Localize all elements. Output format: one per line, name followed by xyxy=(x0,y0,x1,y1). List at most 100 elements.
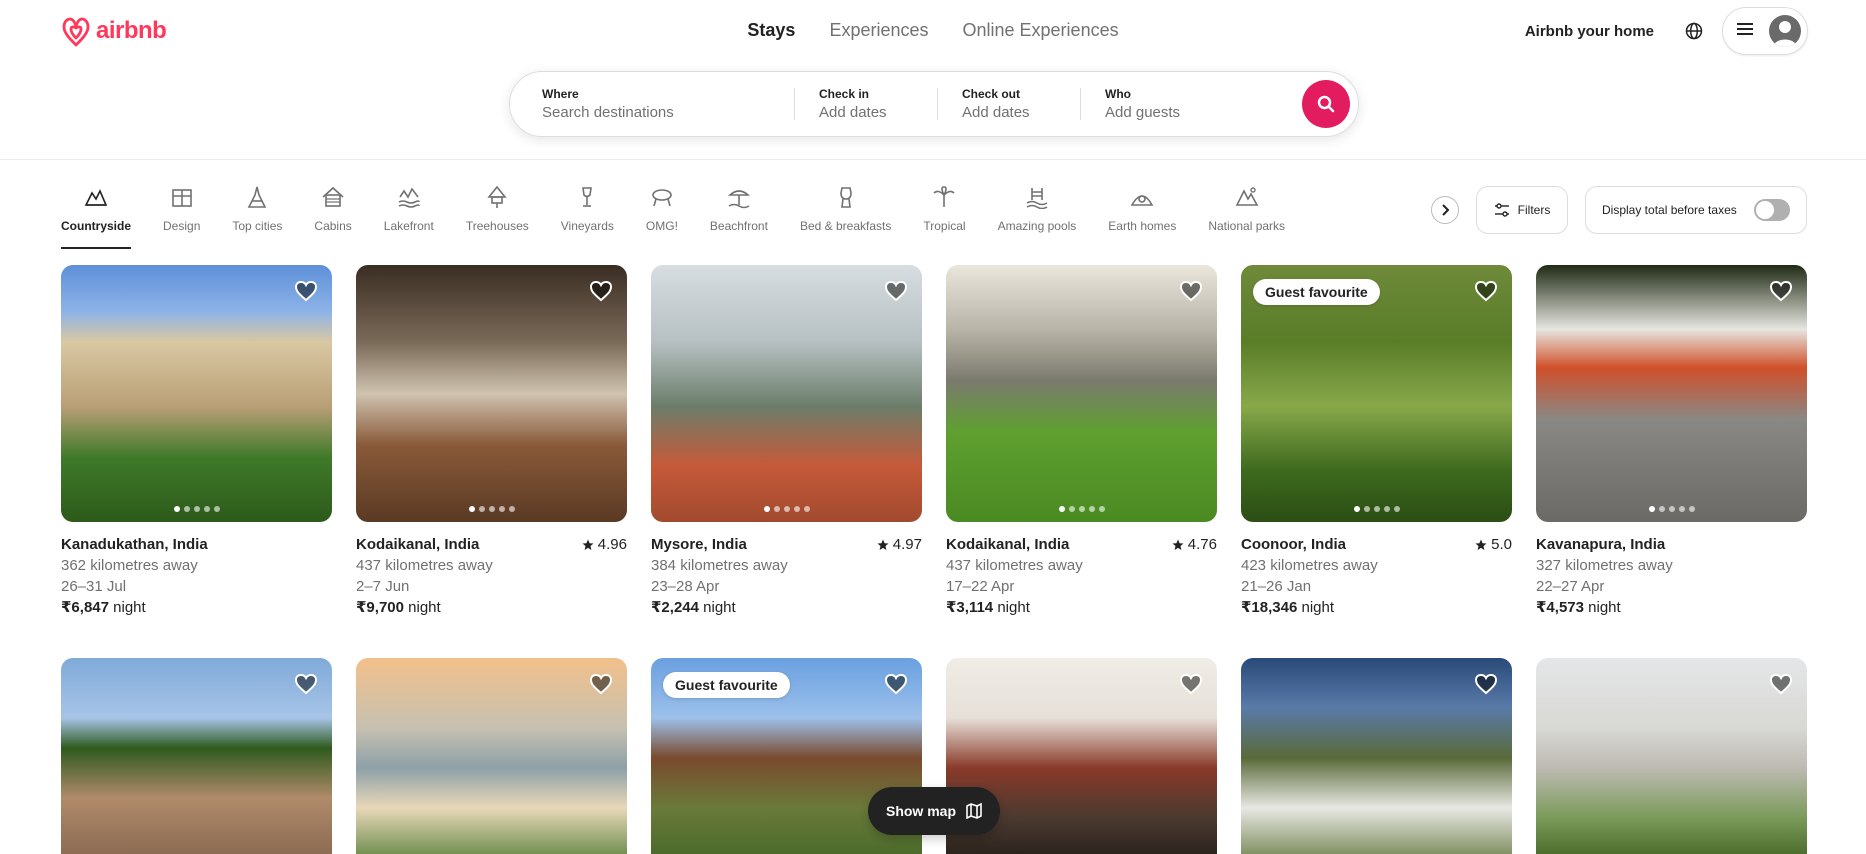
listing-distance: 437 kilometres away xyxy=(946,557,1083,574)
listing-photo[interactable] xyxy=(356,658,627,854)
listing-photo[interactable] xyxy=(356,265,627,522)
lakefront-icon xyxy=(397,183,421,211)
search-bar: Where Search destinations Check in Add d… xyxy=(509,71,1359,137)
listing-price: ₹2,244 night xyxy=(651,599,736,616)
category-cabins[interactable]: Cabins xyxy=(298,183,367,249)
listing-rating: 4.96 xyxy=(582,534,627,555)
category-top-cities[interactable]: Top cities xyxy=(216,183,298,249)
heart-icon[interactable] xyxy=(884,279,908,303)
bed-breakfasts-icon xyxy=(834,183,858,211)
heart-icon[interactable] xyxy=(589,279,613,303)
listing-card[interactable] xyxy=(1241,658,1512,854)
heart-icon[interactable] xyxy=(1474,672,1498,696)
search-icon xyxy=(1317,95,1335,113)
filters-button[interactable]: Filters xyxy=(1476,186,1568,234)
where-input[interactable]: Search destinations xyxy=(542,104,762,121)
search-checkin[interactable]: Check in Add dates xyxy=(795,72,937,136)
listing-location: Coonoor, India xyxy=(1241,536,1346,553)
listing-photo[interactable] xyxy=(946,265,1217,522)
listing-info: Coonoor, India 5.0 423 kilometres away 2… xyxy=(1241,534,1512,618)
listing-card[interactable] xyxy=(1536,658,1807,854)
listing-card[interactable]: Mysore, India 4.97 384 kilometres away 2… xyxy=(651,265,922,618)
listing-distance: 362 kilometres away xyxy=(61,557,198,574)
listing-distance: 384 kilometres away xyxy=(651,557,788,574)
search-button[interactable] xyxy=(1302,80,1350,128)
search-checkout[interactable]: Check out Add dates xyxy=(938,72,1080,136)
heart-icon[interactable] xyxy=(589,672,613,696)
category-earth-homes[interactable]: Earth homes xyxy=(1092,183,1192,249)
category-lakefront[interactable]: Lakefront xyxy=(368,183,450,249)
category-label: Vineyards xyxy=(560,219,614,233)
heart-icon[interactable] xyxy=(884,672,908,696)
category-omg[interactable]: OMG! xyxy=(630,183,694,249)
listing-photo[interactable]: Guest favourite xyxy=(1241,265,1512,522)
heart-icon[interactable] xyxy=(1179,672,1203,696)
photo-carousel-dots xyxy=(61,506,332,512)
heart-icon[interactable] xyxy=(294,672,318,696)
listing-card[interactable] xyxy=(61,658,332,854)
filters-label: Filters xyxy=(1517,203,1551,217)
where-label: Where xyxy=(542,87,579,101)
category-label: Treehouses xyxy=(465,219,529,233)
right-nav: Airbnb your home xyxy=(1513,7,1808,55)
omg-icon xyxy=(650,183,674,211)
show-map-button[interactable]: Show map xyxy=(868,787,1000,835)
heart-icon[interactable] xyxy=(1769,279,1793,303)
listings-grid: Kanadukathan, India 362 kilometres away … xyxy=(61,265,1807,854)
category-label: Design xyxy=(163,219,201,233)
category-label: Earth homes xyxy=(1108,219,1177,233)
photo-carousel-dots xyxy=(651,506,922,512)
tab-experiences[interactable]: Experiences xyxy=(812,18,945,43)
listing-photo[interactable] xyxy=(1241,658,1512,854)
category-scroll-next-button[interactable] xyxy=(1431,196,1459,224)
who-value: Add guests xyxy=(1105,104,1181,121)
category-label: Top cities xyxy=(232,219,283,233)
listing-photo[interactable] xyxy=(1536,658,1807,854)
globe-icon[interactable] xyxy=(1684,21,1704,41)
listing-photo[interactable] xyxy=(61,658,332,854)
heart-icon[interactable] xyxy=(294,279,318,303)
airbnb-your-home-link[interactable]: Airbnb your home xyxy=(1513,13,1666,50)
category-label: Lakefront xyxy=(383,219,434,233)
photo-carousel-dots xyxy=(946,506,1217,512)
display-total-toggle[interactable]: Display total before taxes xyxy=(1585,186,1807,234)
checkin-label: Check in xyxy=(819,87,870,101)
top-header: airbnb Stays Experiences Online Experien… xyxy=(0,0,1866,160)
tab-online-experiences[interactable]: Online Experiences xyxy=(946,18,1136,43)
category-treehouses[interactable]: Treehouses xyxy=(450,183,545,249)
avatar-icon xyxy=(1769,15,1801,47)
listing-card[interactable]: Kodaikanal, India 4.96 437 kilometres aw… xyxy=(356,265,627,618)
tropical-icon xyxy=(932,183,956,211)
category-vineyards[interactable]: Vineyards xyxy=(545,183,630,249)
listing-card[interactable]: Kanadukathan, India 362 kilometres away … xyxy=(61,265,332,618)
heart-icon[interactable] xyxy=(1769,672,1793,696)
listing-card[interactable]: Kodaikanal, India 4.76 437 kilometres aw… xyxy=(946,265,1217,618)
listing-price: ₹4,573 night xyxy=(1536,599,1621,616)
category-bar: Countryside Design Top cities Cabins Lak… xyxy=(61,183,1301,249)
listing-card[interactable] xyxy=(356,658,627,854)
search-where[interactable]: Where Search destinations xyxy=(510,72,794,136)
category-national-parks[interactable]: National parks xyxy=(1192,183,1301,249)
listing-photo[interactable] xyxy=(61,265,332,522)
category-label: Beachfront xyxy=(709,219,768,233)
beachfront-icon xyxy=(727,183,751,211)
listing-price: ₹9,700 night xyxy=(356,599,441,616)
listing-card[interactable]: Guest favourite Coonoor, India 5.0 423 k… xyxy=(1241,265,1512,618)
category-countryside[interactable]: Countryside xyxy=(61,183,147,249)
tab-stays[interactable]: Stays xyxy=(730,18,812,43)
toggle-switch[interactable] xyxy=(1754,199,1790,221)
listing-card[interactable]: Kavanapura, India 327 kilometres away 22… xyxy=(1536,265,1807,618)
listing-photo[interactable] xyxy=(651,265,922,522)
listing-photo[interactable] xyxy=(1536,265,1807,522)
who-label: Who xyxy=(1105,87,1131,101)
heart-icon[interactable] xyxy=(1474,279,1498,303)
category-bed-breakfasts[interactable]: Bed & breakfasts xyxy=(784,183,907,249)
heart-icon[interactable] xyxy=(1179,279,1203,303)
category-design[interactable]: Design xyxy=(147,183,216,249)
listing-distance: 423 kilometres away xyxy=(1241,557,1378,574)
category-tropical[interactable]: Tropical xyxy=(907,183,981,249)
listing-rating: 5.0 xyxy=(1475,534,1512,555)
category-beachfront[interactable]: Beachfront xyxy=(694,183,784,249)
category-amazing-pools[interactable]: Amazing pools xyxy=(982,183,1093,249)
user-menu-button[interactable] xyxy=(1722,7,1808,55)
